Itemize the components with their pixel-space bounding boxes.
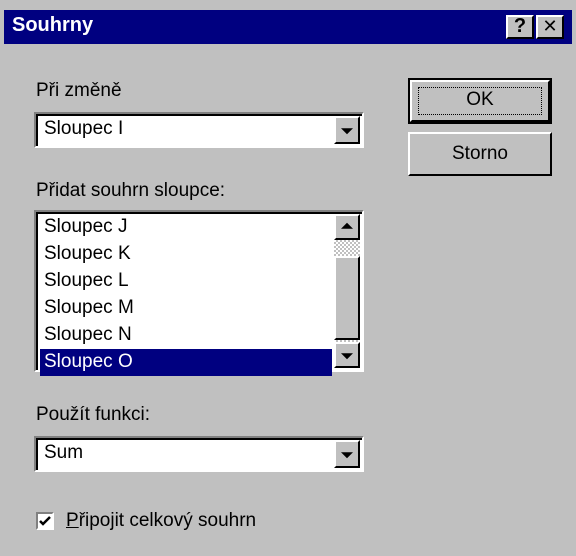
scroll-thumb[interactable] (334, 256, 360, 340)
chevron-down-icon (341, 128, 353, 135)
at-change-label: Při změně (36, 80, 122, 101)
at-change-dropdown-button[interactable] (334, 116, 360, 144)
add-subtotal-list: Sloupec J Sloupec K Sloupec L Sloupec M … (40, 214, 332, 376)
cancel-button-label: Storno (452, 143, 508, 164)
add-subtotal-label: Přidat souhrn sloupce: (36, 180, 226, 201)
close-icon: ✕ (542, 16, 558, 36)
dialog-title: Souhrny (12, 14, 94, 36)
close-button[interactable]: ✕ (536, 15, 564, 39)
list-item[interactable]: Sloupec L (40, 268, 332, 295)
help-button[interactable]: ? (506, 15, 534, 39)
grand-total-label[interactable]: Připojit celkový souhrn (66, 510, 256, 532)
chevron-down-icon (341, 452, 353, 459)
use-function-dropdown-button[interactable] (334, 440, 360, 468)
chevron-up-icon (341, 222, 353, 229)
subtotals-dialog: Souhrny ? ✕ Při změně Sloupec I Přidat s… (0, 0, 576, 556)
list-item[interactable]: Sloupec N (40, 322, 332, 349)
cancel-button[interactable]: Storno (408, 132, 552, 176)
scroll-up-button[interactable] (334, 214, 360, 240)
checkmark-icon (39, 516, 51, 526)
scroll-down-button[interactable] (334, 342, 360, 368)
focus-rect (418, 87, 542, 115)
ok-button[interactable]: OK (408, 78, 552, 124)
at-change-value: Sloupec I (44, 118, 124, 139)
list-item-selected[interactable]: Sloupec O (40, 349, 332, 376)
chevron-down-icon (341, 353, 353, 360)
title-bar[interactable]: Souhrny ? ✕ (4, 10, 572, 44)
list-item[interactable]: Sloupec J (40, 214, 332, 241)
grand-total-checkbox[interactable] (36, 512, 54, 530)
use-function-label: Použít funkci: (36, 404, 151, 425)
list-item[interactable]: Sloupec K (40, 241, 332, 268)
at-change-combobox[interactable]: Sloupec I (34, 112, 364, 148)
list-scrollbar[interactable] (334, 214, 360, 368)
add-subtotal-listbox[interactable]: Sloupec J Sloupec K Sloupec L Sloupec M … (34, 210, 364, 376)
use-function-value: Sum (44, 442, 84, 463)
list-item[interactable]: Sloupec M (40, 295, 332, 322)
use-function-combobox[interactable]: Sum (34, 436, 364, 472)
